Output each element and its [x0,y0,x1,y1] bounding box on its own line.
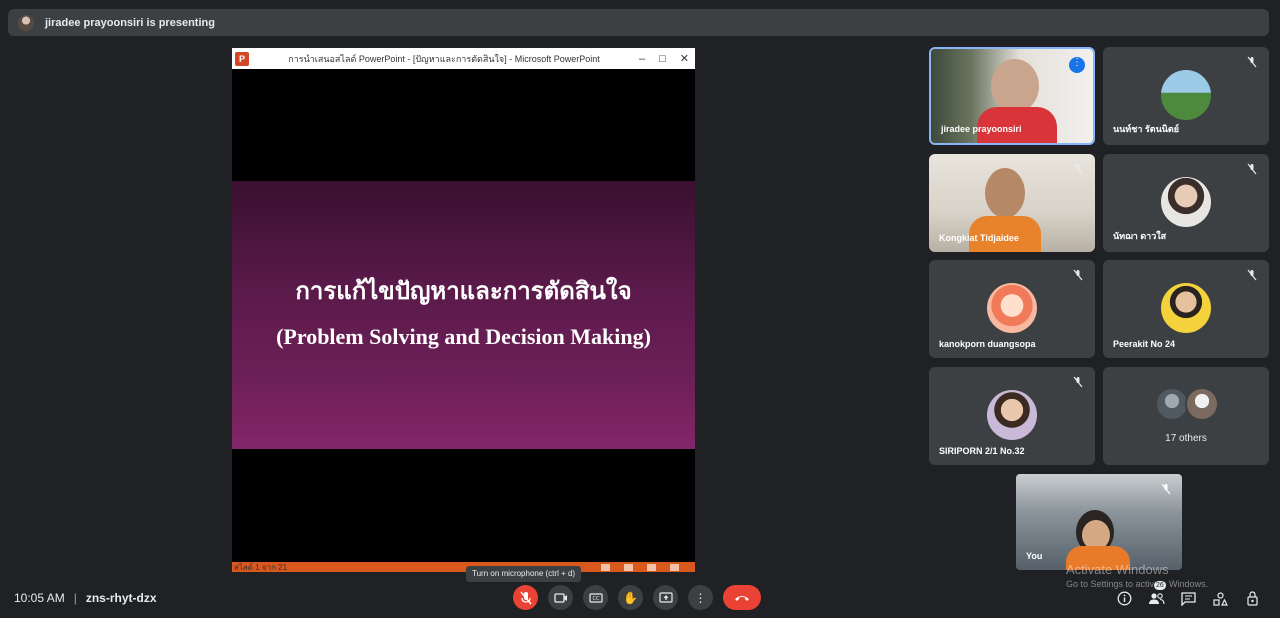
participant-name: Kongkiat Tidjaidee [939,233,1019,243]
avatar [987,283,1037,333]
meeting-details-button[interactable] [1116,590,1133,607]
mic-toggle-button[interactable] [513,585,538,610]
participant-tile[interactable]: Peerakit No 24 [1103,260,1269,358]
info-icon [1117,591,1132,606]
lock-person-icon [1246,591,1258,606]
call-controls: CC ✋ ⋮ [513,585,761,610]
participant-face [985,168,1025,218]
avatar [1161,177,1211,227]
leave-call-button[interactable] [723,585,761,610]
people-count-badge: 26 [1154,581,1166,590]
people-button[interactable]: 26 [1148,581,1166,607]
self-name: You [1026,551,1043,561]
presenting-text: jiradee prayoonsiri is presenting [45,16,215,29]
sorter-view-icon [624,563,633,571]
more-options-button[interactable]: ⋮ [688,585,713,610]
separator: | [73,591,77,605]
camera-icon [553,592,567,603]
slide-counter: สไลด์ 1 จาก 21 [234,562,288,572]
participant-name: kanokporn duangsopa [939,339,1036,349]
mic-off-icon [1245,269,1259,283]
maximize-icon: □ [659,52,666,65]
activities-icon [1213,591,1228,606]
powerpoint-icon: P [235,51,249,66]
participant-name: jiradee prayoonsiri [941,124,1022,134]
participant-tile[interactable]: SIRIPORN 2/1 No.32 [929,367,1095,465]
participant-tile[interactable]: kanokporn duangsopa [929,260,1095,358]
captions-icon: CC [588,592,603,603]
mic-off-icon [1245,163,1259,177]
watermark-subtitle: Go to Settings to activate Windows. [1066,579,1209,589]
mic-off-icon [1245,56,1259,70]
slide-title-thai: การแก้ไขปัญหาและการตัดสินใจ [295,276,632,305]
participant-name: นัทฌา ดาวใส [1113,231,1167,241]
avatar [1185,387,1219,421]
participant-tile[interactable]: นนท์ชา รัตนนิตย์ [1103,47,1269,145]
meeting-details: 10:05 AM | zns-rhyt-dzx [14,591,157,605]
mic-tooltip: Turn on microphone (ctrl + d) [466,566,582,582]
others-count: 17 others [1165,433,1207,444]
activate-windows-watermark: Activate Windows Go to Settings to activ… [1066,562,1208,589]
host-controls-button[interactable] [1244,590,1261,607]
reading-view-icon [647,563,656,571]
avatar [987,390,1037,440]
clock: 10:05 AM [14,591,65,605]
normal-view-icon [601,563,610,571]
close-icon: ✕ [679,53,689,65]
present-button[interactable] [653,585,678,610]
participant-tile[interactable]: ⋮ jiradee prayoonsiri [929,47,1095,145]
participant-name: นนท์ชา รัตนนิตย์ [1113,124,1180,134]
presentation-screen: P การนำเสนอสไลด์ PowerPoint - [ปัญหาและก… [232,48,695,572]
avatar [1155,387,1189,421]
end-call-icon [735,595,749,601]
mic-off-icon [1071,163,1085,177]
mic-off-icon [1160,483,1172,498]
present-screen-icon [658,591,673,603]
hand-icon: ✋ [623,590,638,605]
camera-toggle-button[interactable] [548,585,573,610]
more-options-icon[interactable]: ⋮ [1069,57,1085,73]
ppt-window-title: การนำเสนอสไลด์ PowerPoint - [ปัญหาและการ… [288,53,600,64]
slide: การแก้ไขปัญหาและการตัดสินใจ (Problem Sol… [232,181,695,449]
mic-off-icon [519,591,532,604]
presenting-banner: jiradee prayoonsiri is presenting [8,9,1269,36]
participant-face [991,59,1039,113]
slideshow-icon [670,563,679,571]
more-vert-icon: ⋮ [694,590,707,605]
others-tile[interactable]: 17 others [1103,367,1269,465]
participant-name: SIRIPORN 2/1 No.32 [939,446,1025,456]
chat-icon [1181,591,1196,606]
activities-button[interactable] [1212,590,1229,607]
avatar [1161,70,1211,120]
participant-tile[interactable]: Kongkiat Tidjaidee [929,154,1095,252]
avatar [1161,283,1211,333]
raise-hand-button[interactable]: ✋ [618,585,643,610]
people-icon [1149,593,1165,605]
slide-title-english: (Problem Solving and Decision Making) [276,324,651,349]
ppt-titlebar: P การนำเสนอสไลด์ PowerPoint - [ปัญหาและก… [232,48,695,69]
mic-off-icon [1071,376,1085,390]
participant-tile[interactable]: นัทฌา ดาวใส [1103,154,1269,252]
watermark-title: Activate Windows [1066,562,1169,577]
presenter-avatar [18,14,34,31]
side-panel-controls: 26 [1116,581,1261,607]
minimize-icon: – [639,52,646,65]
participant-name: Peerakit No 24 [1113,339,1176,349]
self-view-tile[interactable]: You [1016,474,1182,570]
ppt-statusbar: สไลด์ 1 จาก 21 [232,562,695,572]
mic-off-icon [1071,269,1085,283]
captions-button[interactable]: CC [583,585,608,610]
meeting-code[interactable]: zns-rhyt-dzx [86,591,157,605]
svg-text:CC: CC [592,596,599,602]
chat-button[interactable] [1180,590,1197,607]
